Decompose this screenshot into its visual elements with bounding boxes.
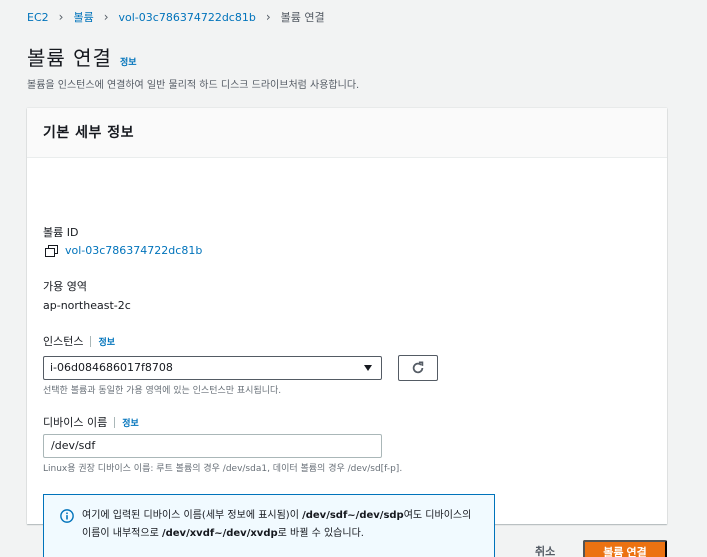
page-header: 볼륨 연결 정보 — [27, 42, 137, 71]
instance-select-value: i-06d084686017f8708 — [50, 361, 173, 374]
device-label: 디바이스 이름 정보 — [43, 414, 139, 430]
cancel-button[interactable]: 취소 — [535, 543, 555, 557]
az-label: 가용 영역 — [43, 278, 87, 294]
device-info-link[interactable]: 정보 — [122, 416, 139, 429]
instance-select[interactable]: i-06d084686017f8708 — [43, 356, 382, 380]
page-info-link[interactable]: 정보 — [120, 55, 137, 68]
caret-down-icon — [364, 365, 372, 371]
refresh-instances-button[interactable] — [398, 355, 438, 381]
alert-bold-2: /dev/xvdf~/dev/xvdp — [161, 528, 278, 539]
chevron-right-icon: › — [58, 10, 64, 24]
breadcrumb-volume-id[interactable]: vol-03c786374722dc81b — [119, 11, 256, 24]
breadcrumb-ec2[interactable]: EC2 — [27, 11, 49, 24]
alert-bold-1: /dev/sdf~/dev/sdp — [302, 510, 404, 521]
device-name-value: /dev/sdf — [51, 439, 96, 452]
breadcrumb-current: 볼륨 연결 — [280, 11, 325, 24]
instance-label-text: 인스턴스 — [43, 335, 84, 348]
copy-icon[interactable] — [45, 244, 58, 257]
volume-id-label-text: 볼륨 ID — [43, 226, 79, 239]
card-header: 기본 세부 정보 — [27, 108, 667, 158]
device-name-info-alert: 여기에 입력된 디바이스 이름(세부 정보에 표시됨)이 /dev/sdf~/d… — [43, 494, 495, 557]
page-description: 볼륨을 인스턴스에 연결하여 일반 물리적 하드 디스크 드라이브처럼 사용합니… — [27, 80, 360, 91]
basic-details-card: 기본 세부 정보 볼륨 ID vol-03c786374722dc81b 가용 … — [27, 108, 667, 557]
instance-label: 인스턴스 정보 — [43, 333, 115, 349]
chevron-right-icon: › — [265, 10, 271, 24]
refresh-icon — [412, 361, 424, 374]
label-divider — [90, 335, 92, 347]
info-circle-icon — [60, 509, 74, 523]
breadcrumb: EC2 › 볼륨 › vol-03c786374722dc81b › 볼륨 연결 — [27, 9, 325, 25]
device-label-text: 디바이스 이름 — [43, 416, 108, 429]
device-hint: Linux용 권장 디바이스 이름: 루트 볼륨의 경우 /dev/sda1, … — [43, 464, 403, 474]
breadcrumb-volumes[interactable]: 볼륨 — [73, 9, 93, 25]
page-title: 볼륨 연결 — [27, 46, 112, 70]
chevron-right-icon: › — [103, 10, 109, 24]
label-divider — [114, 416, 116, 428]
volume-id-value[interactable]: vol-03c786374722dc81b — [65, 244, 202, 257]
az-value: ap-northeast-2c — [43, 299, 131, 312]
alert-text-1: 여기에 입력된 디바이스 이름(세부 정보에 표시됨)이 — [82, 510, 303, 521]
alert-text-3: 로 바뀔 수 있습니다. — [277, 528, 364, 539]
instance-hint: 선택한 볼륨과 동일한 가용 영역에 있는 인스턴스만 표시됩니다. — [43, 386, 282, 396]
attach-volume-button[interactable]: 볼륨 연결 — [583, 540, 667, 557]
instance-info-link[interactable]: 정보 — [98, 335, 115, 348]
card-title: 기본 세부 정보 — [43, 125, 135, 141]
volume-id-link[interactable]: vol-03c786374722dc81b — [45, 244, 202, 257]
az-label-text: 가용 영역 — [43, 280, 87, 293]
device-name-input[interactable]: /dev/sdf — [43, 434, 382, 458]
volume-id-label: 볼륨 ID — [43, 224, 78, 240]
